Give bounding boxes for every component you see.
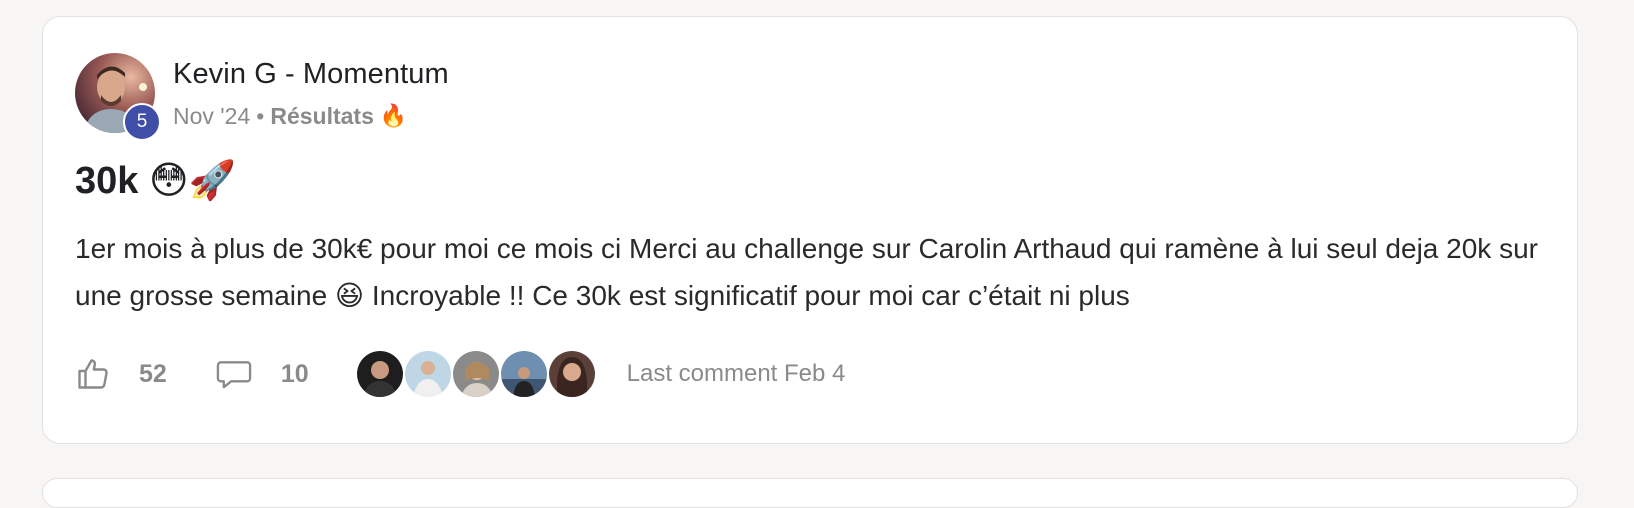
post-body[interactable]: 1er mois à plus de 30k€ pour moi ce mois… <box>75 225 1555 319</box>
commenter-avatar[interactable] <box>546 349 597 399</box>
like-count: 52 <box>139 359 167 388</box>
author-name[interactable]: Kevin G - Momentum <box>173 55 449 93</box>
post-category[interactable]: Résultats <box>270 101 374 131</box>
last-comment-date: Last comment Feb 4 <box>626 360 846 387</box>
commenter-avatar[interactable] <box>354 349 405 399</box>
comment-button[interactable]: 10 <box>215 356 309 392</box>
post-card[interactable]: 5 Kevin G - Momentum Nov '24 • Résultats… <box>42 16 1578 444</box>
post-date: Nov '24 <box>173 103 251 129</box>
author-avatar-wrap[interactable]: 5 <box>75 53 161 141</box>
comment-bubble-icon[interactable] <box>215 356 253 392</box>
commenter-avatar[interactable] <box>498 349 549 399</box>
next-post-card[interactable] <box>42 478 1578 508</box>
author-block: Kevin G - Momentum Nov '24 • Résultats 🔥 <box>173 53 449 131</box>
fire-icon: 🔥 <box>379 103 408 128</box>
level-badge: 5 <box>123 103 161 141</box>
post-header: 5 Kevin G - Momentum Nov '24 • Résultats… <box>75 53 449 141</box>
commenter-avatar[interactable] <box>402 349 453 399</box>
like-button[interactable]: 52 <box>75 356 167 392</box>
meta-separator: • <box>256 103 265 129</box>
post-title[interactable]: 30k 😳🚀 <box>75 157 236 205</box>
comment-count: 10 <box>280 359 309 388</box>
commenter-avatar[interactable] <box>450 349 501 399</box>
commenter-avatars <box>354 349 597 399</box>
post-footer: 52 10 Last comment Feb 4 <box>75 347 845 401</box>
post-meta: Nov '24 • Résultats 🔥 <box>173 101 449 131</box>
thumbs-up-icon[interactable] <box>75 356 111 392</box>
